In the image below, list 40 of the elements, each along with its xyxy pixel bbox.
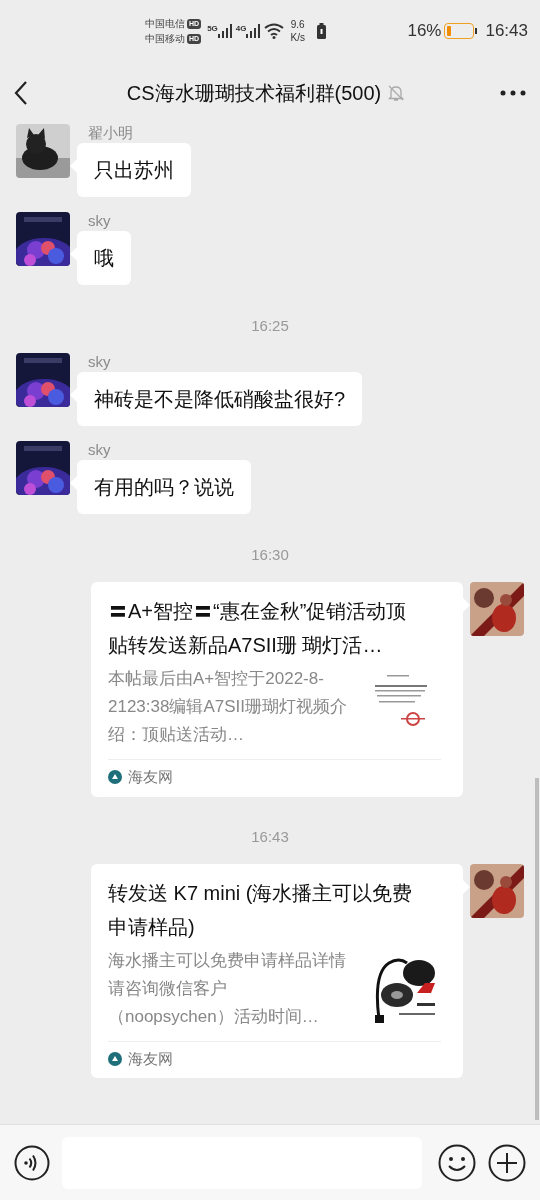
card-title: 〓A+智控〓“惠在金秋”促销活动顶贴转发送新品A7SII珊 瑚灯活…: [108, 599, 408, 658]
plus-icon[interactable]: [488, 1143, 526, 1182]
voice-icon[interactable]: [14, 1144, 50, 1181]
message-bubble: 神砖是不是降低硝酸盐很好?: [77, 372, 363, 426]
card-description: 本帖最后由A+智控于2022-8-2123:38编辑A7SII珊瑚灯视频介绍：顶贴送活动…: [108, 668, 349, 746]
message-bubble: 有用的吗？说说: [77, 460, 251, 514]
speed-unit: K/s: [290, 31, 305, 44]
source-name: 海友网: [128, 1048, 173, 1069]
speed-value: 9.6: [290, 18, 305, 31]
carrier-name: 中国移动: [145, 32, 185, 46]
network-label: 5G: [207, 24, 218, 33]
card-title: 转发送 K7 mini (海水播主可以免费申请样品): [108, 880, 414, 940]
message-bubble: 哦: [77, 231, 131, 285]
link-card[interactable]: 转发送 K7 mini (海水播主可以免费申请样品) 海水播主可以免费申请样品详情请咨询微信客户（noopsychen）活动时间… 海友网: [91, 863, 463, 1078]
signal-icon: [246, 24, 261, 38]
battery-percent: 16%: [407, 20, 442, 43]
network-label: 4G: [235, 24, 247, 33]
timestamp: 16:30: [251, 545, 289, 566]
sender-name: 翟小明: [88, 124, 133, 143]
link-card[interactable]: 〓A+智控〓“惠在金秋”促销活动顶贴转发送新品A7SII珊 瑚灯活… 本帖最后由A+智控于2022-8-2123:38编辑A7SII珊瑚灯视频介绍：顶贴送活动… 海友网: [91, 582, 463, 797]
battery-saver-icon: [316, 23, 326, 39]
timestamp: 16:43: [251, 826, 289, 847]
emoji-icon[interactable]: [438, 1143, 476, 1182]
card-description: 海水播主可以免费申请样品详情请咨询微信客户（noopsychen）活动时间…: [108, 949, 347, 1028]
sender-name: sky: [88, 440, 111, 460]
source-name: 海友网: [128, 767, 173, 787]
clock-time: 16:43: [485, 20, 528, 43]
message-bubble: 只出苏州: [77, 143, 191, 197]
timestamp: 16:25: [251, 316, 289, 337]
signal-icon: [217, 24, 232, 38]
chat-title: CS海水珊瑚技术福利群(500): [126, 81, 382, 106]
site-logo-icon: [108, 1051, 122, 1066]
sender-name: sky: [88, 352, 111, 372]
carrier-name: 中国电信: [145, 17, 185, 31]
back-icon[interactable]: [14, 80, 28, 106]
battery-icon: [444, 23, 478, 39]
site-logo-icon: [108, 770, 122, 785]
sender-name: sky: [88, 211, 111, 231]
wifi-icon: [264, 23, 285, 39]
more-icon[interactable]: [500, 90, 526, 96]
